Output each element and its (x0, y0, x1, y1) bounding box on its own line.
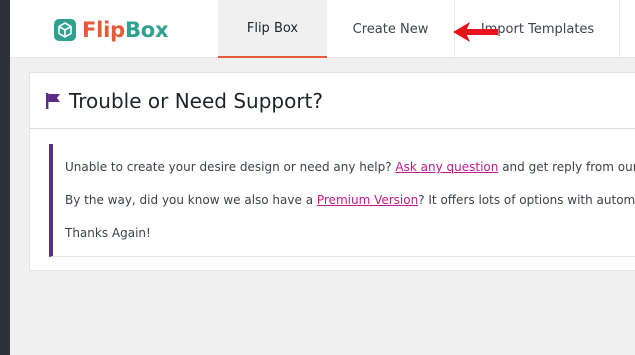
premium-version-link[interactable]: Premium Version (317, 193, 418, 207)
notice-line-premium-text: By the way, did you know we also have a (65, 193, 317, 207)
support-notice: Unable to create your desire design or n… (49, 144, 635, 257)
admin-sidebar-edge (0, 0, 10, 355)
notice-line-premium-text-end: ? It offers lots of options with automat… (418, 193, 635, 207)
flipbox-logo[interactable]: FlipBox (54, 18, 169, 42)
tab-flip-box-label: Flip Box (246, 20, 299, 36)
support-card: Trouble or Need Support? Unable to creat… (29, 72, 635, 271)
notice-line-thanks: Thanks Again! (65, 226, 151, 240)
support-card-title: Trouble or Need Support? (69, 88, 324, 113)
tab-create-new-label: Create New (352, 21, 429, 37)
notice-line-help-text: Unable to create your desire design or n… (65, 160, 396, 174)
flipbox-logo-icon (54, 19, 76, 41)
support-card-header: Trouble or Need Support? (30, 73, 635, 129)
notice-line-help: Unable to create your desire design or n… (65, 160, 635, 174)
logo-text-flip: Flip (82, 18, 125, 42)
notice-line-help-text-end: and get reply from our expe (502, 160, 635, 174)
ask-question-link[interactable]: Ask any question (395, 160, 498, 174)
tab-flip-box[interactable]: Flip Box (218, 0, 327, 58)
notice-line-premium: By the way, did you know we also have a … (65, 193, 635, 207)
red-arrow-icon (453, 22, 498, 42)
top-navigation-bar: FlipBox Flip Box Create New Import Templ… (10, 0, 635, 58)
flag-icon (46, 92, 60, 109)
logo-text-box: Box (124, 18, 169, 42)
logo-text: FlipBox (82, 18, 169, 42)
tab-create-new[interactable]: Create New (327, 0, 455, 58)
